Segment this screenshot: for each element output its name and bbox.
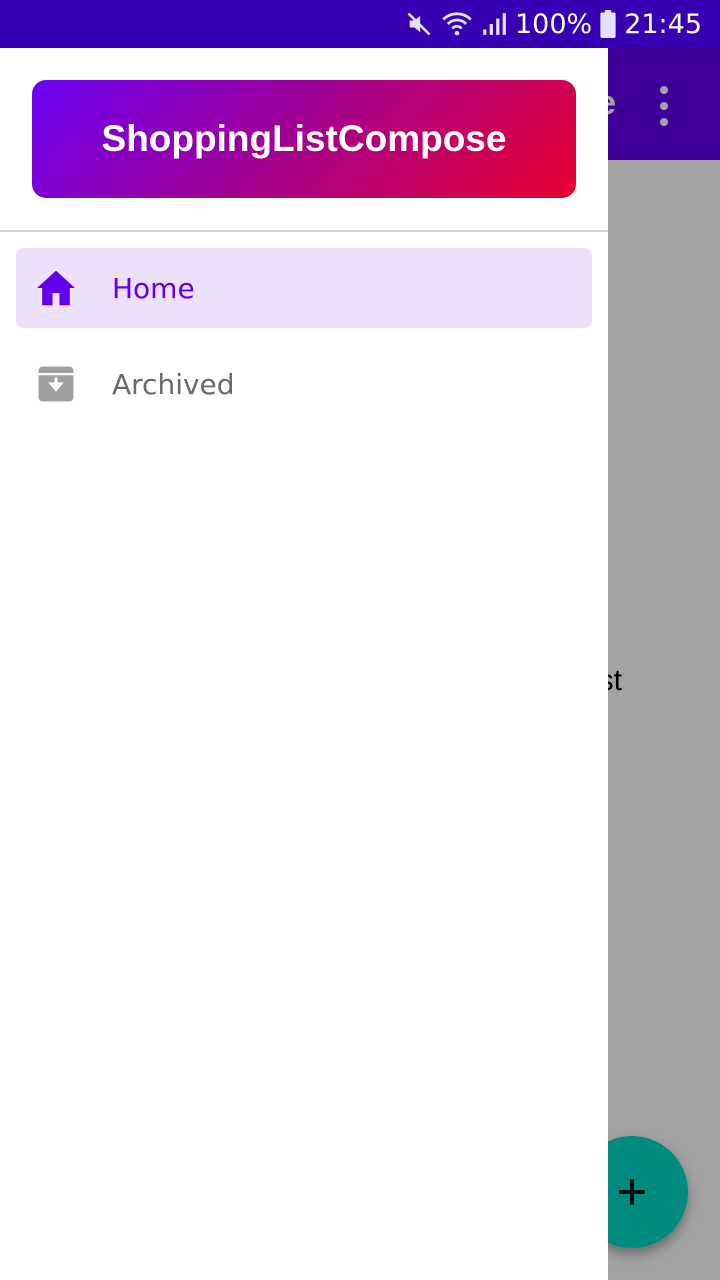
battery-icon	[600, 10, 616, 38]
drawer-divider	[0, 230, 608, 232]
nav-item-archived[interactable]: Archived	[16, 344, 592, 424]
clock: 21:45	[624, 8, 702, 40]
home-icon	[34, 266, 78, 310]
status-icons: 100% 21:45	[405, 0, 702, 48]
wifi-icon	[441, 10, 473, 38]
drawer-header: ShoppingListCompose	[32, 80, 576, 198]
status-bar: 100% 21:45	[0, 0, 720, 48]
nav-item-home[interactable]: Home	[16, 248, 592, 328]
archive-icon	[34, 362, 78, 406]
signal-icon	[481, 11, 507, 37]
drawer-title: ShoppingListCompose	[101, 118, 507, 159]
nav-item-label: Home	[112, 271, 195, 305]
battery-percent: 100%	[514, 8, 593, 40]
navigation-drawer: ShoppingListCompose Home Archived	[0, 48, 608, 1280]
mute-icon	[405, 10, 433, 38]
nav-item-label: Archived	[112, 367, 235, 401]
